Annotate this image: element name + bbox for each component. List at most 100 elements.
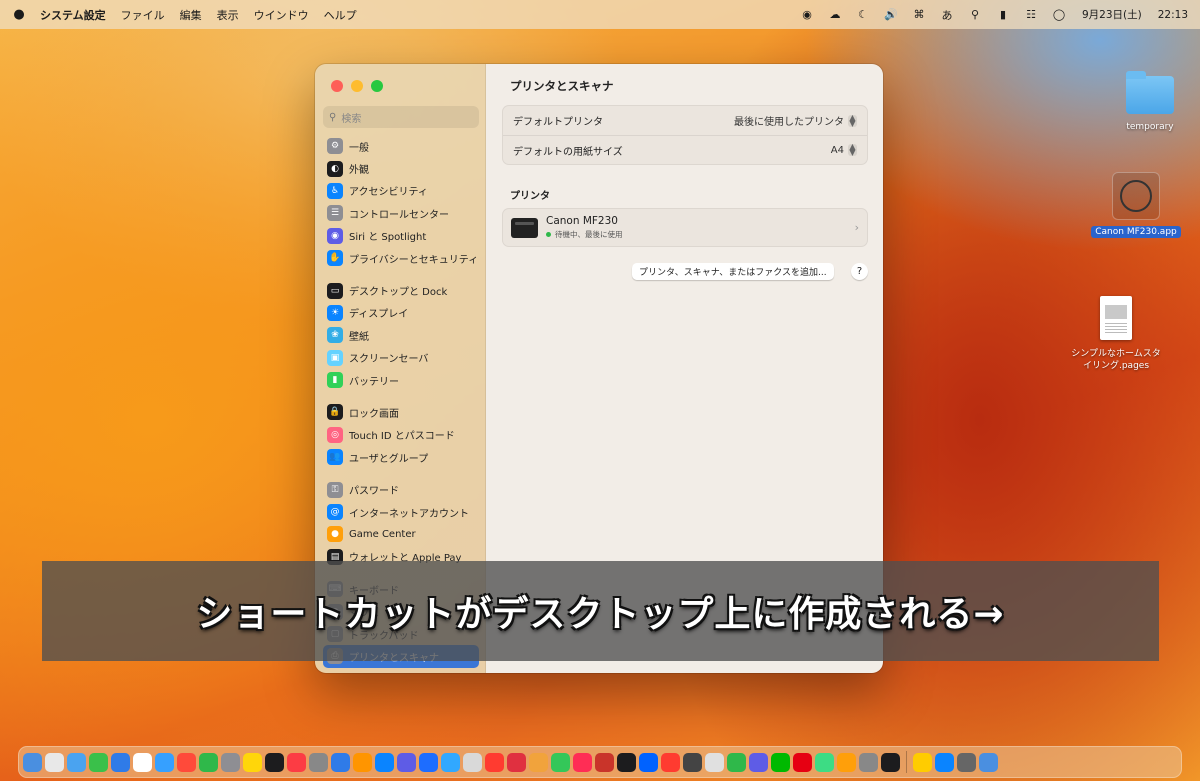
sidebar-item-label: ディスプレイ <box>349 309 409 321</box>
status-dot-icon <box>546 232 551 237</box>
dock-app-icon[interactable] <box>957 752 976 772</box>
dock-app-icon[interactable] <box>837 752 856 772</box>
dock-app-icon[interactable] <box>705 752 724 772</box>
chevron-right-icon: › <box>854 221 859 234</box>
desktop-app-shortcut[interactable]: Canon MF230.app <box>1086 172 1186 238</box>
dock-app-icon[interactable] <box>639 752 658 772</box>
default-printer-select[interactable]: 最後に使用したプリンタ ▲ ▼ <box>734 113 857 128</box>
dock-app-icon[interactable] <box>375 752 394 772</box>
dock-app-icon[interactable] <box>793 752 812 772</box>
dock-app-icon[interactable] <box>463 752 482 772</box>
sidebar-item[interactable]: ☰ コントロールセンター <box>323 202 479 224</box>
sidebar-item[interactable]: ◉ Siri と Spotlight <box>323 225 479 247</box>
dock-app-icon[interactable] <box>23 752 42 772</box>
dock-app-icon[interactable] <box>859 752 878 772</box>
menu-window[interactable]: ウインドウ <box>254 7 309 23</box>
desktop-pages-document[interactable]: シンプルなホームスタ イリング.pages <box>1066 296 1166 372</box>
dock-app-icon[interactable] <box>979 752 998 772</box>
dock-app-icon[interactable] <box>771 752 790 772</box>
dock-app-icon[interactable] <box>111 752 130 772</box>
dock-app-icon[interactable] <box>573 752 592 772</box>
sidebar-item[interactable]: 👥 ユーザとグループ <box>323 446 479 468</box>
dock-app-icon[interactable] <box>441 752 460 772</box>
menu-file[interactable]: ファイル <box>121 7 165 23</box>
caption-text: ショートカットがデスクトップ上に作成される→ <box>196 594 1005 635</box>
dock-app-icon[interactable] <box>287 752 306 772</box>
dock-app-icon[interactable] <box>617 752 636 772</box>
clock-time[interactable]: 22:13 <box>1158 9 1188 21</box>
record-icon[interactable]: ◉ <box>800 8 814 22</box>
sidebar-item[interactable]: ♿ アクセシビリティ <box>323 180 479 202</box>
dock-app-icon[interactable] <box>749 752 768 772</box>
sidebar-item[interactable]: ❀ 壁紙 <box>323 324 479 346</box>
dock-app-icon[interactable] <box>353 752 372 772</box>
dock-app-icon[interactable] <box>815 752 834 772</box>
dock-app-icon[interactable] <box>935 752 954 772</box>
video-caption: ショートカットがデスクトップ上に作成される→ <box>42 561 1159 661</box>
dock-app-icon[interactable] <box>683 752 702 772</box>
battery-icon[interactable]: ▮ <box>996 8 1010 22</box>
sidebar-item[interactable]: ▮ バッテリー <box>323 369 479 391</box>
clock-date[interactable]: 9月23日(土) <box>1082 7 1142 22</box>
search-input[interactable]: ⚲ 検索 <box>323 106 479 128</box>
dock-app-icon[interactable] <box>177 752 196 772</box>
control-center-icon[interactable]: ☷ <box>1024 8 1038 22</box>
dock-app-icon[interactable] <box>727 752 746 772</box>
zoom-button[interactable] <box>371 80 383 92</box>
sidebar-item[interactable]: ▣ スクリーンセーバ <box>323 347 479 369</box>
add-printer-button[interactable]: プリンタ、スキャナ、またはファクスを追加... <box>632 263 834 280</box>
dock-app-icon[interactable] <box>419 752 438 772</box>
volume-icon[interactable]: 🔊 <box>884 8 898 22</box>
sidebar-item[interactable]: ▭ デスクトップと Dock <box>323 279 479 301</box>
dock-app-icon[interactable] <box>243 752 262 772</box>
fingerprint-icon: ◎ <box>327 426 343 443</box>
up-down-chevron-icon: ▲ ▼ <box>848 142 857 157</box>
sidebar-item[interactable]: ⚙ 一般 <box>323 135 479 157</box>
dock-app-icon[interactable] <box>45 752 64 772</box>
sidebar-item[interactable]: ◎ Touch ID とパスコード <box>323 424 479 446</box>
menu-edit[interactable]: 編集 <box>180 7 202 23</box>
apple-menu-icon[interactable]: ● <box>12 7 26 22</box>
dock-app-icon[interactable] <box>507 752 526 772</box>
sidebar-item[interactable]: ☀ ディスプレイ <box>323 302 479 324</box>
sidebar-item[interactable]: ✋ プライバシーとセキュリティ <box>323 247 479 269</box>
ime-indicator[interactable]: あ <box>940 8 954 22</box>
siri-icon[interactable]: ◯ <box>1052 8 1066 22</box>
default-paper-select[interactable]: A4 ▲ ▼ <box>831 142 857 157</box>
dock-app-icon[interactable] <box>913 752 932 772</box>
sidebar-item[interactable]: ● Game Center <box>323 523 479 545</box>
dock-app-icon[interactable] <box>595 752 614 772</box>
menu-help[interactable]: ヘルプ <box>324 7 357 23</box>
help-button[interactable]: ? <box>851 263 868 280</box>
dock-app-icon[interactable] <box>89 752 108 772</box>
dock-app-icon[interactable] <box>881 752 900 772</box>
minimize-button[interactable] <box>351 80 363 92</box>
dock-app-icon[interactable] <box>155 752 174 772</box>
dock-app-icon[interactable] <box>529 752 548 772</box>
dock-app-icon[interactable] <box>199 752 218 772</box>
dock-app-icon[interactable] <box>551 752 570 772</box>
dock-app-icon[interactable] <box>485 752 504 772</box>
dock-app-icon[interactable] <box>265 752 284 772</box>
menu-view[interactable]: 表示 <box>217 7 239 23</box>
menu-app-name[interactable]: システム設定 <box>40 7 106 23</box>
dock-app-icon[interactable] <box>309 752 328 772</box>
sidebar-item[interactable]: @ インターネットアカウント <box>323 501 479 523</box>
sidebar-item[interactable]: ⚿ パスワード <box>323 478 479 500</box>
dock-app-icon[interactable] <box>67 752 86 772</box>
close-button[interactable] <box>331 80 343 92</box>
cloud-icon[interactable]: ☁ <box>828 8 842 22</box>
search-icon[interactable]: ⚲ <box>968 8 982 22</box>
moon-icon[interactable]: ☾ <box>856 8 870 22</box>
dock-app-icon[interactable] <box>397 752 416 772</box>
dock-app-icon[interactable] <box>133 752 152 772</box>
command-icon[interactable]: ⌘ <box>912 8 926 22</box>
sidebar-item[interactable]: ◐ 外観 <box>323 157 479 179</box>
sidebar-item[interactable]: 🔒 ロック画面 <box>323 401 479 423</box>
printer-row[interactable]: Canon MF230 待機中、最後に使用 › <box>502 208 868 247</box>
desktop-folder-temporary[interactable]: temporary <box>1110 71 1190 132</box>
dock-app-icon[interactable] <box>331 752 350 772</box>
dock-app-icon[interactable] <box>661 752 680 772</box>
dock-app-icon[interactable] <box>221 752 240 772</box>
key-icon: ⚿ <box>327 481 343 498</box>
